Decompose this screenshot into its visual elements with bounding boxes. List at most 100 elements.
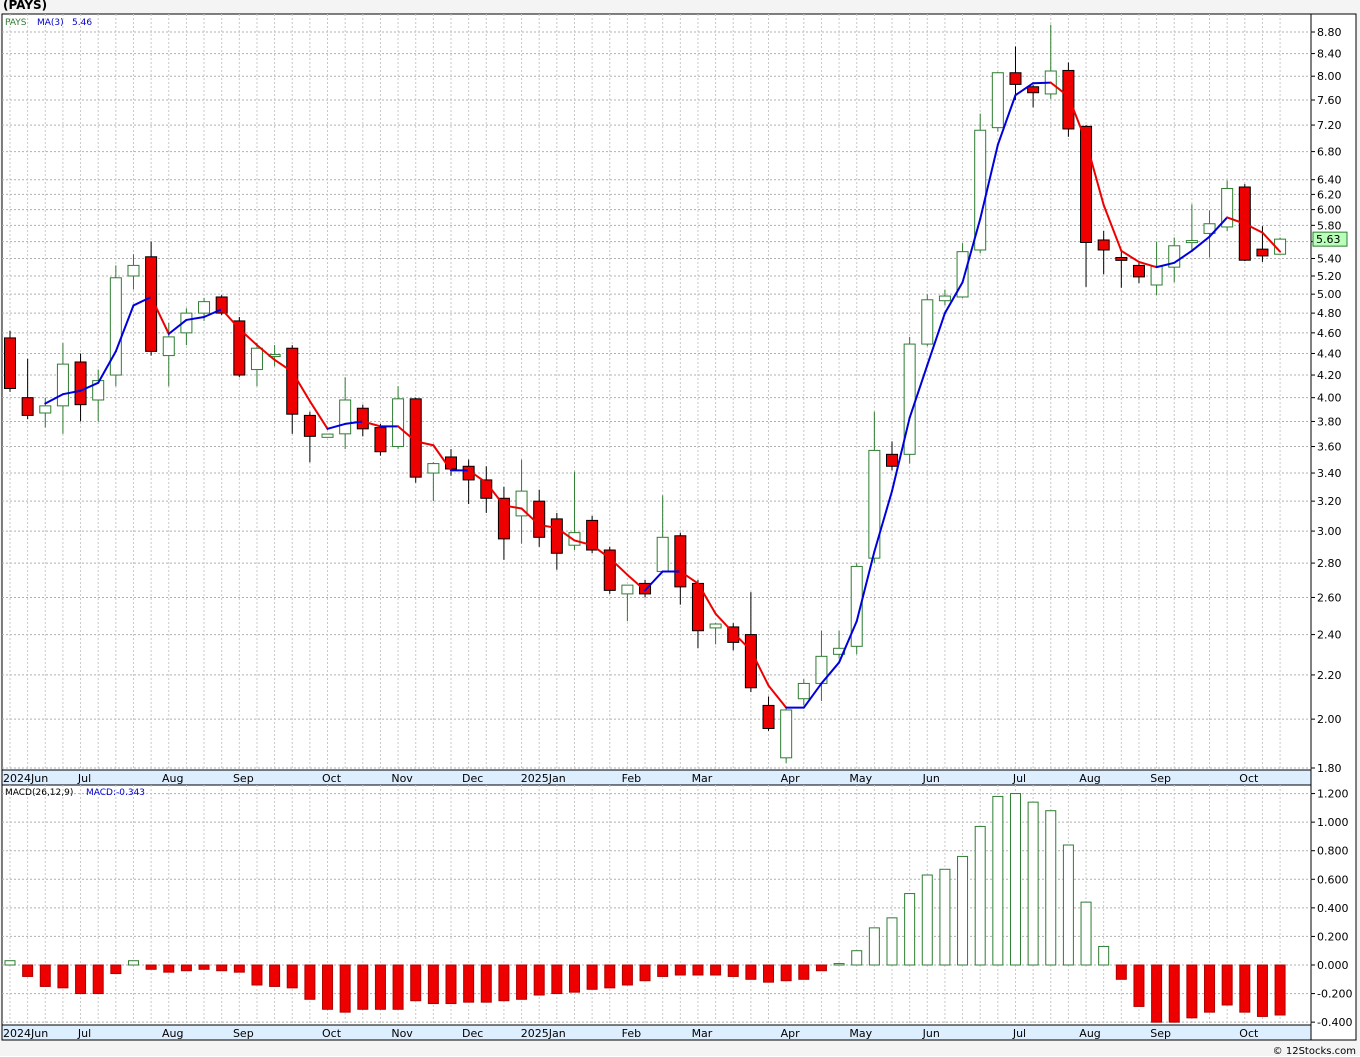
candle-body (250, 347, 263, 371)
macd-bar (110, 964, 122, 975)
candle-body (533, 500, 546, 538)
macd-bar (833, 963, 845, 966)
price-tick-label: 3.20 (1317, 495, 1342, 508)
chart-stage: (PAYS) 1.80 2.00 2.20 2.40 2.60 2.80 3.00 3.20 3… (0, 0, 1360, 1057)
price-tick-label: 6.00 (1317, 204, 1342, 217)
price-tick-label: 2.80 (1317, 557, 1342, 570)
macd-bar (145, 964, 157, 970)
macd-bar (392, 964, 404, 1010)
macd-bar (1186, 964, 1198, 1019)
macd-bar (992, 795, 1004, 966)
price-tick-label: 2.20 (1317, 669, 1342, 682)
chart-svg: 1.80 2.00 2.20 2.40 2.60 2.80 3.00 3.20 3.40 3.60… (1, 13, 1357, 1041)
candle-body (780, 709, 793, 759)
macd-bar (57, 964, 69, 989)
macd-bar (780, 964, 792, 982)
candle-body (392, 398, 405, 448)
price-tick-label: 7.60 (1317, 94, 1342, 107)
candle-body (109, 277, 122, 376)
macd-bar (939, 868, 951, 966)
macd-bar (586, 964, 598, 990)
macd-bar (1027, 801, 1039, 966)
price-legend-ma-value: 5.46 (72, 18, 92, 28)
price-tick-label: 4.80 (1317, 307, 1342, 320)
macd-bar (251, 964, 263, 986)
price-tick-label: 6.40 (1317, 174, 1342, 187)
macd-bar (75, 964, 87, 995)
macd-x-label: Jun (922, 1027, 940, 1040)
macd-x-label: Aug (1079, 1027, 1100, 1040)
price-x-label: Aug (1079, 772, 1100, 785)
candle-body (39, 405, 52, 414)
macd-bar (621, 964, 633, 986)
candle-body (938, 295, 951, 302)
macd-tick-label: 0.600 (1317, 873, 1349, 886)
candle-body (797, 682, 810, 700)
candle-body (709, 623, 722, 629)
candle-body (1132, 264, 1145, 278)
macd-bar (692, 964, 704, 976)
candle-body (4, 337, 16, 389)
macd-bar (1274, 964, 1286, 1016)
price-panel (1, 13, 1312, 771)
price-x-label: Nov (391, 772, 413, 785)
macd-bar (1133, 964, 1145, 1007)
macd-bar (551, 964, 563, 995)
price-x-label: Sep (1150, 772, 1171, 785)
macd-bar (639, 964, 651, 982)
macd-tick-label: 0.200 (1317, 930, 1349, 943)
macd-x-label: Oct (322, 1027, 342, 1040)
macd-bar (163, 964, 175, 973)
macd-bar (304, 964, 316, 1000)
macd-bar (763, 964, 775, 983)
price-legend-ticker: PAYS (5, 18, 27, 28)
macd-bar (322, 964, 334, 1010)
price-tick-label: 5.00 (1317, 288, 1342, 301)
macd-bar (1009, 793, 1021, 966)
price-x-label: Jul (77, 772, 91, 785)
candle-body (1115, 256, 1128, 261)
candle-body (1256, 248, 1269, 257)
price-tick-label: 5.80 (1317, 219, 1342, 232)
ma3-segment (1032, 81, 1052, 85)
macd-bar (1080, 901, 1092, 966)
candle-body (74, 361, 87, 406)
price-tick-label: 2.00 (1317, 713, 1342, 726)
macd-x-label: Nov (391, 1027, 413, 1040)
candle-body (303, 414, 316, 437)
macd-bar (410, 964, 422, 1002)
candle-body (21, 397, 34, 416)
price-tick-label: 6.80 (1317, 146, 1342, 159)
price-tick-label: 1.80 (1317, 762, 1342, 775)
macd-bar (1168, 964, 1180, 1023)
price-x-label: Mar (692, 772, 713, 785)
price-tick-label: 4.40 (1317, 347, 1342, 360)
credit-text: © 12Stocks.com (1272, 1046, 1356, 1057)
price-x-label: 2024Jun (3, 772, 48, 785)
price-x-label: Dec (462, 772, 483, 785)
macd-bar (463, 964, 475, 1003)
macd-bar (516, 964, 528, 1000)
candle-body (1062, 69, 1075, 130)
macd-bar (904, 893, 916, 966)
price-x-label: Sep (233, 772, 254, 785)
macd-bar (374, 964, 386, 1010)
candle-body (56, 363, 69, 407)
price-tick-label: 4.60 (1317, 327, 1342, 340)
price-tick-label: 3.00 (1317, 525, 1342, 538)
macd-x-label: 2025Jan (521, 1027, 566, 1040)
candle-body (1009, 72, 1022, 85)
candle-body (921, 299, 934, 345)
candle-body (991, 72, 1004, 129)
candle-body (744, 634, 757, 689)
macd-bar (727, 964, 739, 977)
macd-bar (4, 960, 16, 966)
macd-x-label: Dec (462, 1027, 483, 1040)
price-x-label: Apr (781, 772, 801, 785)
price-x-label: May (849, 772, 872, 785)
macd-bar (498, 964, 510, 1002)
macd-bar (1256, 964, 1268, 1017)
last-price-label: 5.63 (1316, 233, 1341, 246)
candle-body (198, 301, 211, 314)
macd-bar (1151, 964, 1163, 1023)
